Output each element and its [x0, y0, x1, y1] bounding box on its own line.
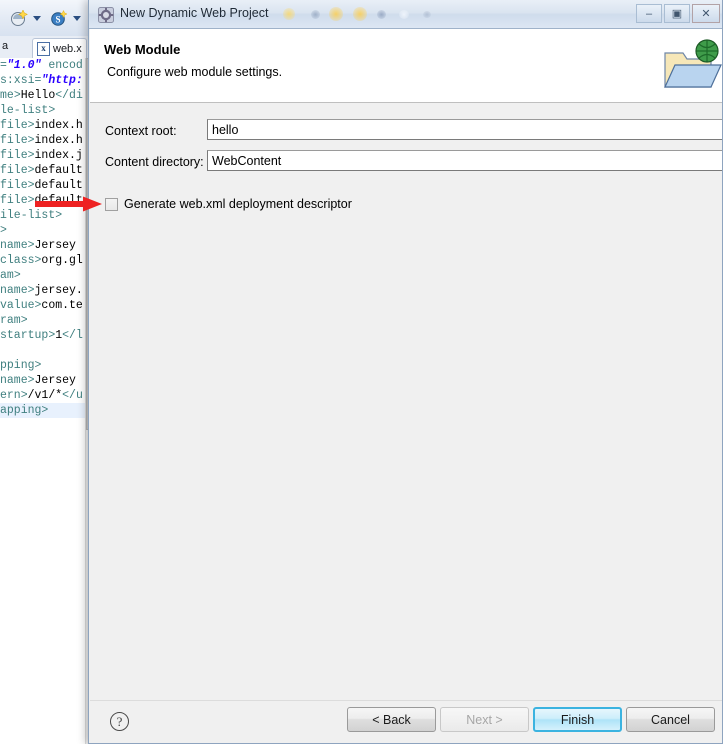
titlebar-glow-7	[423, 11, 431, 18]
editor-tab-clipped[interactable]: a	[0, 40, 8, 52]
eclipse-main-window: S a x web.x ="1.0" encod s:xsi="http: me>H…	[0, 0, 95, 744]
code-line: me>Hello</di	[0, 89, 83, 102]
web-module-folder-globe-icon	[661, 37, 722, 95]
new-wizard-dropdown-arrow[interactable]	[33, 16, 41, 21]
new-wizard-icon[interactable]	[10, 9, 28, 27]
code-line: s:xsi="http:	[0, 74, 83, 87]
code-line: value>com.te	[0, 299, 83, 312]
code-line: am>	[0, 269, 21, 282]
eclipse-toolbar: S	[0, 0, 95, 37]
titlebar-glow-6	[399, 10, 409, 19]
help-icon-label: ?	[116, 714, 123, 729]
page-description: Configure web module settings.	[107, 65, 283, 79]
generate-web-xml-label: Generate web.xml deployment descriptor	[124, 197, 352, 211]
code-line: name>Jersey	[0, 374, 76, 387]
code-line: apping>	[0, 404, 49, 417]
titlebar-glow-2	[311, 10, 320, 19]
code-line: ram>	[0, 314, 28, 327]
code-line: >	[0, 224, 7, 237]
editor-tab-label: web.x	[53, 42, 82, 55]
content-directory-input[interactable]	[207, 150, 722, 171]
back-button[interactable]: < Back	[347, 707, 436, 732]
code-line: le-list>	[0, 104, 56, 117]
dialog-body: Context root: Content directory: Generat…	[90, 104, 722, 701]
xml-source-editor[interactable]: ="1.0" encod s:xsi="http: me>Hello</di le-l…	[0, 58, 95, 744]
titlebar-glow-5	[377, 10, 386, 19]
code-line: file>index.h	[0, 134, 83, 147]
dialog-title: New Dynamic Web Project	[120, 6, 269, 20]
dialog-titlebar[interactable]: New Dynamic Web Project – ▣ ✕	[89, 0, 722, 29]
maximize-icon: ▣	[671, 8, 683, 20]
code-line: startup>1</l	[0, 329, 83, 342]
titlebar-glow-3	[329, 7, 343, 21]
close-button[interactable]: ✕	[692, 4, 720, 23]
eclipse-wizard-icon	[98, 7, 114, 23]
code-line: ="1.0" encod	[0, 59, 83, 72]
minimize-button[interactable]: –	[636, 4, 662, 23]
xml-file-icon: x	[37, 41, 50, 56]
help-icon[interactable]: ?	[110, 712, 129, 731]
save-icon[interactable]: S	[50, 9, 68, 27]
code-line: file>default	[0, 164, 83, 177]
finish-button[interactable]: Finish	[533, 707, 622, 732]
page-title: Web Module	[104, 42, 181, 57]
save-dropdown-arrow[interactable]	[73, 16, 81, 21]
code-line: file>index.j	[0, 149, 83, 162]
code-line: name>Jersey	[0, 239, 76, 252]
maximize-button[interactable]: ▣	[664, 4, 690, 23]
minimize-icon: –	[645, 7, 653, 20]
editor-tab-bar: a x web.x	[0, 36, 95, 59]
editor-tab-web-xml[interactable]: x web.x	[32, 38, 87, 58]
new-dynamic-web-project-dialog: New Dynamic Web Project – ▣ ✕ Web Module…	[88, 0, 723, 744]
dialog-header: Web Module Configure web module settings…	[90, 29, 722, 103]
context-root-label: Context root:	[105, 124, 177, 138]
code-line: file>default	[0, 179, 83, 192]
context-root-input[interactable]	[207, 119, 722, 140]
generate-web-xml-checkbox[interactable]	[105, 197, 118, 211]
close-icon: ✕	[701, 8, 711, 20]
content-directory-label: Content directory:	[105, 155, 204, 169]
code-line: pping>	[0, 359, 42, 372]
code-line: ile-list>	[0, 209, 63, 222]
titlebar-glow-1	[283, 8, 295, 20]
dialog-footer: ? < Back Next > Finish Cancel	[90, 700, 722, 743]
cancel-button[interactable]: Cancel	[626, 707, 715, 732]
code-line: ern>/v1/*</u	[0, 389, 83, 402]
titlebar-glow-4	[353, 7, 367, 21]
code-line: class>org.gl	[0, 254, 83, 267]
generate-web-xml-checkbox-row[interactable]: Generate web.xml deployment descriptor	[105, 197, 352, 211]
code-line: name>jersey.	[0, 284, 83, 297]
svg-text:S: S	[55, 15, 60, 25]
code-line: file>index.h	[0, 119, 83, 132]
next-button: Next >	[440, 707, 529, 732]
code-line: file>default	[0, 194, 83, 207]
